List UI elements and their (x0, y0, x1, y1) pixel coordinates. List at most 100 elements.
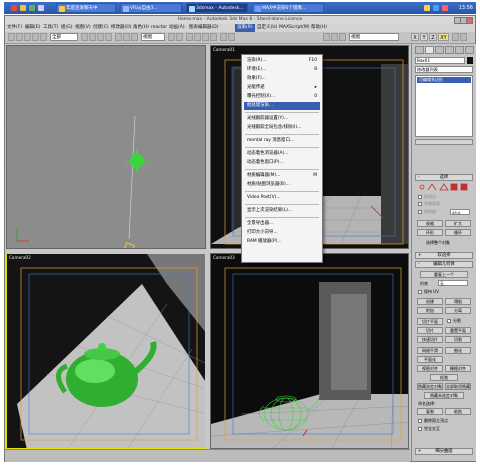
pivot-icon[interactable] (168, 33, 175, 41)
planarize-button[interactable]: 平面化 (417, 356, 443, 363)
percent-snap-icon[interactable] (202, 33, 209, 41)
rendering-menu-item[interactable]: 打印大小向导... (244, 229, 320, 237)
split-checkbox[interactable] (447, 319, 451, 323)
reference-coord-select[interactable]: 视图 (141, 33, 165, 41)
link-icon[interactable] (24, 33, 31, 41)
curve-editor-icon[interactable] (339, 33, 346, 41)
shrink-button[interactable]: 收缩 (417, 220, 443, 227)
menu-views[interactable]: 视图(V) (75, 24, 91, 32)
menu-customize[interactable]: 自定义(U) (257, 24, 277, 32)
rollout-edit-geometry[interactable]: - 编辑几何体 (415, 261, 473, 268)
view-select[interactable]: 视图 (349, 33, 399, 41)
grow-button[interactable]: 扩大 (445, 220, 471, 227)
menu-maxscript[interactable]: MAXScript(M) (279, 24, 310, 32)
cut-button[interactable]: 切割 (445, 336, 471, 343)
rollout-subdivision-surface[interactable]: + 细分曲面 (415, 448, 473, 455)
rendering-menu-item[interactable]: Video Post(V)... (244, 194, 320, 202)
tray-icon[interactable] (442, 5, 448, 11)
create-button[interactable]: 创建 (417, 298, 443, 305)
unlink-icon[interactable] (32, 33, 39, 41)
menu-character[interactable]: 角色(H) (133, 24, 149, 32)
select-by-name-icon[interactable] (89, 33, 96, 41)
menu-animation[interactable]: 动画(A) (169, 24, 185, 32)
quicklaunch-icon[interactable] (20, 5, 26, 11)
mirror-icon[interactable] (228, 33, 235, 41)
select-icon[interactable] (81, 33, 88, 41)
scale-icon[interactable] (131, 33, 138, 41)
relax-button[interactable]: 松弛 (430, 374, 458, 381)
snap-icon[interactable] (186, 33, 193, 41)
msmooth-button[interactable]: 网格平滑 (417, 347, 443, 354)
rendering-menu-item[interactable]: 全景导出器... (244, 220, 320, 228)
rendering-menu-item[interactable]: 材质/贴图浏览器(B)... (244, 181, 320, 189)
rollout-soft-selection[interactable]: + 软选择 (415, 252, 473, 259)
taskbar-task-3dsmax[interactable]: 3dsmax - Autodesk... (186, 3, 248, 13)
unhide-all-button[interactable]: 全部取消隐藏 (445, 383, 471, 390)
hide-selected-button[interactable]: 隐藏选定对象 (417, 383, 443, 390)
modifier-list-select[interactable]: 修改器列表 (415, 66, 473, 73)
by-vertex-checkbox[interactable] (418, 195, 422, 199)
paste-button[interactable]: 粘贴 (445, 408, 471, 415)
by-angle-checkbox[interactable] (418, 210, 422, 214)
light-gizmo[interactable] (125, 149, 149, 173)
loop-button[interactable]: 循环 (445, 229, 471, 236)
axis-x-button[interactable]: X (411, 33, 419, 41)
motion-tab-icon[interactable] (445, 46, 454, 54)
rotate-icon[interactable] (123, 33, 130, 41)
grid-align-button[interactable]: 栅格对齐 (445, 365, 471, 372)
viewport-camera03[interactable]: Camera03 (210, 253, 409, 449)
rendering-menu-item[interactable]: mental ray 消息窗口... (244, 137, 320, 145)
quicklaunch-icon[interactable] (11, 5, 17, 11)
axis-z-button[interactable]: Z (429, 33, 437, 41)
object-name-field[interactable]: Box01 (415, 57, 465, 64)
preserve-uv-checkbox[interactable] (418, 290, 422, 294)
display-tab-icon[interactable] (455, 46, 464, 54)
ignore-backfacing-checkbox[interactable] (418, 202, 422, 206)
rendering-menu-item[interactable]: 光线跟踪全局包含/排除(I)... (244, 124, 320, 132)
menu-rendering[interactable]: 渲染(R) (235, 24, 255, 32)
rendering-menu-item[interactable]: RAM 播放器(P)... (244, 238, 320, 246)
viewport-camera02[interactable]: Camera02 (6, 253, 206, 449)
tray-icon[interactable] (433, 5, 439, 11)
full-interactivity-checkbox[interactable] (418, 427, 422, 431)
repeat-last-button[interactable]: 重复上一个 (420, 271, 468, 278)
taskbar-task-doc[interactable]: MAX中渲染6个镜像... (252, 3, 324, 13)
rendering-menu-item[interactable]: 批处理渲染... (244, 102, 320, 110)
rollout-selection[interactable]: - 选择 (415, 174, 473, 181)
axis-xy-button[interactable]: XY (438, 33, 449, 41)
manipulate-icon[interactable] (176, 33, 183, 41)
rendering-menu-item[interactable]: 动态着色浏览器(A)... (244, 150, 320, 158)
menu-edit[interactable]: 编辑(E) (25, 24, 40, 32)
rendering-menu-item[interactable]: 材质编辑器(M)... M (244, 172, 320, 180)
hierarchy-tab-icon[interactable] (435, 46, 444, 54)
copy-button[interactable]: 复制 (417, 408, 443, 415)
rendering-menu-item[interactable]: 动态着色窗口(P)... (244, 159, 320, 167)
hide-unselected-button[interactable]: 隐藏未选定对象 (424, 392, 464, 399)
detach-button[interactable]: 分离 (445, 307, 471, 314)
menu-group[interactable]: 组(G) (61, 24, 73, 32)
view-align-button[interactable]: 视图对齐 (417, 365, 443, 372)
menu-tools[interactable]: 工具(T) (43, 24, 58, 32)
attach-button[interactable]: 附加 (417, 307, 443, 314)
taskbar-task-chat[interactable]: 年底宣发聊天中 (56, 3, 116, 13)
quicklaunch-icon[interactable] (29, 5, 35, 11)
move-icon[interactable] (115, 33, 122, 41)
bind-spacewarp-icon[interactable] (40, 33, 47, 41)
viewport-top-left[interactable] (6, 45, 206, 249)
slice-plane-button[interactable]: 切片平面 (417, 318, 443, 325)
angle-spinner[interactable]: 45.0 (450, 209, 470, 215)
angle-snap-icon[interactable] (194, 33, 201, 41)
align-icon[interactable] (323, 33, 330, 41)
rendering-menu-item[interactable]: 光线跟踪器设置(Y)... (244, 115, 320, 123)
taskbar-task-vray[interactable]: VRay自由3... (120, 3, 182, 13)
rendering-menu-item[interactable]: 环境(E)... 8 (244, 66, 320, 74)
menu-file[interactable]: 文件(F) (7, 24, 22, 32)
axis-y-button[interactable]: Y (420, 33, 428, 41)
tessellate-button[interactable]: 细化 (445, 347, 471, 354)
rendering-menu-item[interactable]: 曝光控制(X)... 0 (244, 93, 320, 101)
menu-modifiers[interactable]: 修改器(O) (111, 24, 132, 32)
menu-reactor[interactable]: reactor (151, 24, 167, 32)
utilities-tab-icon[interactable] (465, 46, 474, 54)
reset-plane-button[interactable]: 重置平面 (445, 327, 471, 334)
rendering-menu-item[interactable]: 显示上次渲染结果(L)... (244, 207, 320, 215)
